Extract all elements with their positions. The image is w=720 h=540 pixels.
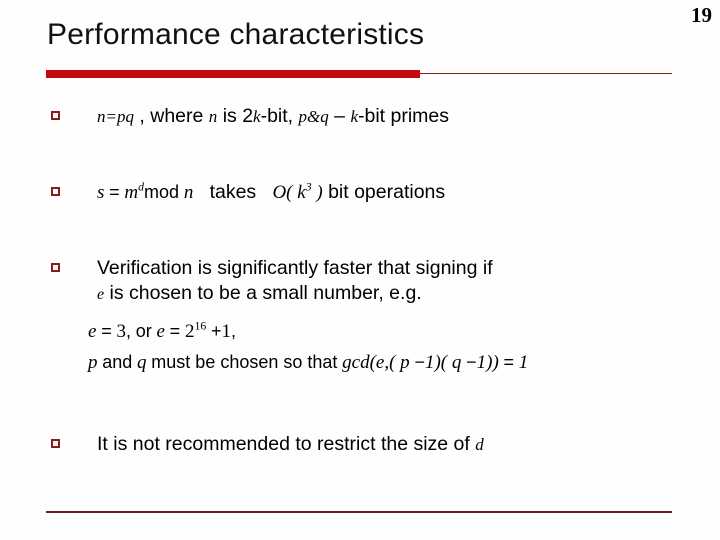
math-k-second: k — [350, 107, 358, 126]
title-divider — [46, 70, 672, 79]
bullet-3-text: Verification is significantly faster tha… — [97, 256, 709, 307]
bullet-item-3: Verification is significantly faster tha… — [51, 256, 711, 307]
bullet-1-seg-bit: -bit, — [260, 105, 299, 127]
equation-complexity: O( k3 ) — [272, 180, 323, 203]
bullet-4-label: It is not recommended to restrict the si… — [97, 433, 470, 455]
bullet-item-1: n=pq , where n is 2k-bit, p&q – k-bit pr… — [51, 104, 449, 129]
bullet-1-seg-dash: – — [328, 105, 351, 127]
math-var-p: p — [88, 352, 98, 373]
bullet-3-line1: Verification is significantly faster tha… — [97, 257, 493, 279]
bullet-2-takes-label: takes — [209, 181, 257, 203]
math-d: d — [475, 435, 484, 454]
equation-block-line-1: e = 3, or e = 216 +1, — [88, 319, 236, 342]
math-n-equals-pq: n=pq — [97, 107, 134, 126]
bullet-square-icon — [51, 187, 60, 196]
bullet-square-icon — [51, 111, 60, 120]
bullet-1-seg-is2: is 2 — [217, 105, 254, 127]
bullet-item-4: It is not recommended to restrict the si… — [51, 432, 484, 457]
page-number: 19 — [691, 3, 712, 27]
bullet-square-icon — [51, 263, 60, 272]
math-var-q: q — [137, 352, 147, 373]
equation-signing: s = mdmod n — [97, 180, 194, 203]
bullet-2-trailing-label: bit operations — [328, 181, 446, 203]
math-e: e — [97, 286, 105, 303]
title-divider-accent-bar — [46, 70, 420, 78]
math-n: n — [208, 107, 218, 126]
footer-divider — [46, 511, 672, 513]
bullet-1-text: n=pq , where n is 2k-bit, p&q – k-bit pr… — [97, 104, 449, 129]
math-k-first: k — [253, 107, 261, 126]
eq-connector-and: and — [102, 352, 133, 372]
equation-block-line-2: p and q must be chosen so that gcd(e,( p… — [88, 347, 688, 378]
bullet-square-icon — [51, 439, 60, 448]
bullet-1-seg-where: , where — [133, 105, 209, 127]
bullet-4-text: It is not recommended to restrict the si… — [97, 432, 484, 457]
eq-connector-must: must be chosen so that — [151, 352, 338, 372]
math-p-and-q: p&q — [298, 107, 329, 126]
bullet-2-text: s = mdmod n takes O( k3 ) bit operations — [97, 180, 445, 205]
page-title: Performance characteristics — [47, 18, 425, 51]
bullet-item-2: s = mdmod n takes O( k3 ) bit operations — [51, 180, 445, 205]
math-gcd-condition: gcd(e,( p −1)( q −1)) = 1 — [342, 352, 529, 373]
equation-block: e = 3, or e = 216 +1, p and q must be ch… — [88, 316, 688, 378]
bullet-3-line2: is chosen to be a small number, e.g. — [109, 282, 422, 304]
slide-canvas: 19 Performance characteristics n=pq , wh… — [0, 0, 720, 540]
bullet-1-seg-primes: -bit primes — [358, 105, 450, 127]
